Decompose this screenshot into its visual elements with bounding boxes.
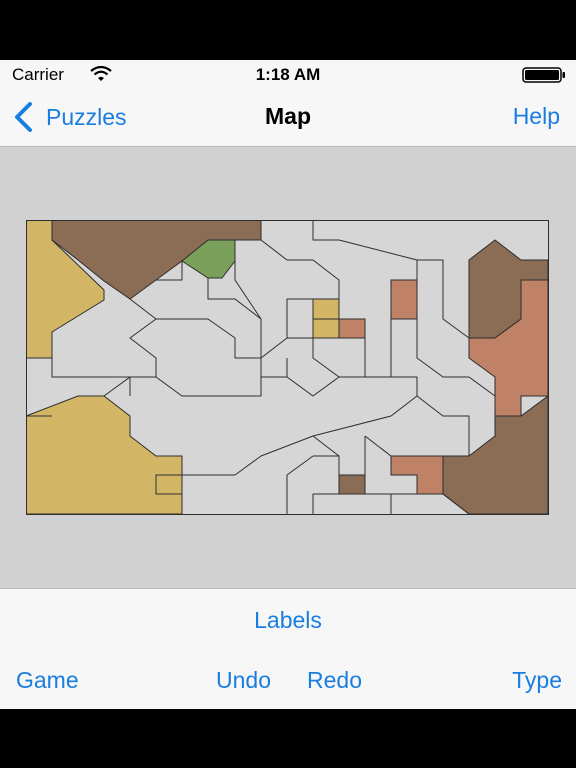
puzzle-board-area bbox=[0, 147, 576, 588]
bottom-toolbar: Labels Game Undo Redo Type bbox=[0, 588, 576, 709]
map-region-terracotta[interactable] bbox=[338, 318, 366, 339]
undo-button[interactable]: Undo bbox=[216, 667, 271, 694]
map-region-terracotta[interactable] bbox=[390, 279, 418, 320]
help-button[interactable]: Help bbox=[513, 103, 560, 130]
labels-button[interactable]: Labels bbox=[0, 607, 576, 634]
redo-button[interactable]: Redo bbox=[307, 667, 362, 694]
app-screen: Carrier 1:18 AM Puzzles Map Help Labels … bbox=[0, 60, 576, 709]
battery-icon bbox=[522, 67, 565, 83]
map-puzzle-board[interactable] bbox=[26, 220, 550, 516]
game-button[interactable]: Game bbox=[16, 667, 79, 694]
type-button[interactable]: Type bbox=[512, 667, 562, 694]
navigation-bar: Puzzles Map Help bbox=[0, 88, 576, 147]
page-title: Map bbox=[265, 103, 311, 129]
status-bar: Carrier 1:18 AM bbox=[0, 60, 576, 88]
map-region-brown[interactable] bbox=[338, 474, 366, 495]
status-time: 1:18 AM bbox=[255, 65, 321, 84]
